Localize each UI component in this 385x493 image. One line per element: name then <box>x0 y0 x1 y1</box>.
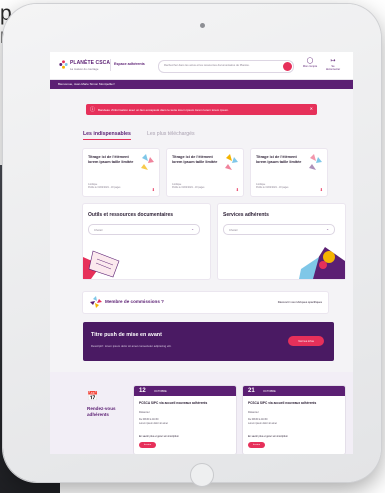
select-value: Choisir <box>229 227 238 232</box>
commission-banner[interactable]: Membre de commissions ? Découvrir vos ru… <box>83 292 328 313</box>
decorative-shape-icon <box>225 154 238 170</box>
welcome-bar: Bienvenue, Jean-Marie Simon Montpellier! <box>50 80 353 89</box>
tablet-frame: PLANÈTE CSCA La maison du courtage Espac… <box>3 4 381 487</box>
event-place: Distanciel <box>139 411 150 414</box>
brand-logo-icon <box>59 60 68 69</box>
agenda-title: Rendez-vous adhérents <box>87 406 116 417</box>
register-button[interactable]: Inscrire <box>248 442 265 448</box>
search-input[interactable]: Rechercher dans les actus et les ressour… <box>158 60 294 73</box>
chevron-down-icon: ⌄ <box>326 226 329 231</box>
push-button[interactable]: Voir les infos <box>288 336 324 346</box>
user-icon: ◯ <box>306 58 314 64</box>
services-panel: Services adhérents Choisir ⌄ <box>218 204 345 279</box>
banner-text[interactable]: Bandeau d'information avec un lien encap… <box>98 108 229 112</box>
espace-adherents-link[interactable]: Espace adhérents <box>114 62 145 66</box>
event-time: De 09h30 à 11h30 <box>139 418 159 421</box>
illustration-icon <box>83 250 120 279</box>
push-subtitle: Descriptif : lorem ipsum dolor sit amet … <box>91 344 172 348</box>
logout-label: Se déconnecter <box>325 65 341 71</box>
download-icon[interactable]: ⬇ <box>152 187 155 192</box>
camera-icon <box>200 23 205 28</box>
document-card[interactable]: Titrage ici de l'élément lorem ipsum tai… <box>83 149 159 196</box>
event-date: 21 OCTOBRE <box>243 386 345 396</box>
card-meta: Juridique Publié le 01/02/2021 - 18 pages <box>88 184 121 189</box>
web-page: PLANÈTE CSCA La maison du courtage Espac… <box>50 52 353 454</box>
decorative-shape-icon <box>309 154 322 170</box>
event-place: Distanciel <box>248 411 259 414</box>
divider <box>110 59 111 71</box>
search-placeholder: Rechercher dans les actus et les ressour… <box>164 64 250 67</box>
info-banner: ⓘ Bandeau d'information avec un lien enc… <box>86 104 317 115</box>
decorative-shape-icon <box>141 154 154 170</box>
home-button[interactable] <box>190 463 214 487</box>
event-title: PCSCA SIPC via accueil nouveaux adhérent… <box>248 401 317 405</box>
calendar-icon: 📅 <box>87 391 99 401</box>
download-icon[interactable]: ⬇ <box>320 187 323 192</box>
site-header: PLANÈTE CSCA La maison du courtage Espac… <box>50 52 353 80</box>
event-card[interactable]: 21 OCTOBRE PCSCA SIPC via accueil nouveau… <box>243 386 345 454</box>
tab-indispensables[interactable]: Les indispensables <box>83 131 131 137</box>
event-date: 12 OCTOBRE <box>134 386 236 396</box>
event-link[interactable]: En savoir plus et gérer son inscription <box>139 435 179 438</box>
tab-plus-telecharges[interactable]: Les plus téléchargés <box>147 131 195 137</box>
search-button[interactable] <box>283 62 292 71</box>
account-label: Mon compte <box>302 65 318 68</box>
account-button[interactable]: ◯ Mon compte <box>302 58 318 68</box>
card-title: Titrage ici de l'élément lorem ipsum tai… <box>256 155 302 164</box>
event-card[interactable]: 12 OCTOBRE PCSCA SIPC via accueil nouveau… <box>134 386 236 454</box>
card-title: Titrage ici de l'élément lorem ipsum tai… <box>172 155 218 164</box>
commission-link[interactable]: Découvrir vos rubriques spécifiques <box>278 300 322 304</box>
event-time: De 09h30 à 11h30 <box>248 418 268 421</box>
commission-icon <box>90 296 102 308</box>
download-icon[interactable]: ⬇ <box>236 187 239 192</box>
event-info: Lorem ipsum dolor sit amet <box>248 422 277 425</box>
commission-title: Membre de commissions ? <box>105 299 164 304</box>
document-card[interactable]: Titrage ici de l'élément lorem ipsum tai… <box>167 149 243 196</box>
info-icon: ⓘ <box>90 107 96 113</box>
event-info: Lorem ipsum dolor sit amet <box>139 422 168 425</box>
panel-title: Services adhérents <box>223 212 269 218</box>
logout-icon: ↦ <box>330 58 336 64</box>
active-tab-underline <box>83 139 131 140</box>
document-card[interactable]: Titrage ici de l'élément lorem ipsum tai… <box>251 149 327 196</box>
brand-name[interactable]: PLANÈTE CSCA <box>70 60 110 66</box>
chevron-down-icon: ⌄ <box>191 226 194 231</box>
outils-panel: Outils et ressources documentaires Chois… <box>83 204 210 279</box>
card-title: Titrage ici de l'élément lorem ipsum tai… <box>88 155 134 164</box>
brand-tagline: La maison du courtage <box>70 67 99 71</box>
outils-select[interactable]: Choisir ⌄ <box>88 224 200 235</box>
event-link[interactable]: En savoir plus et gérer son inscription <box>248 435 288 438</box>
push-title: Titre push de mise en avant <box>91 332 162 338</box>
illustration-icon <box>299 247 345 279</box>
document-cards: Titrage ici de l'élément lorem ipsum tai… <box>83 149 328 196</box>
welcome-text: Bienvenue, Jean-Marie Simon Montpellier! <box>58 82 115 86</box>
register-button[interactable]: Inscrire <box>139 442 156 448</box>
select-value: Choisir <box>94 227 103 232</box>
push-banner: Titre push de mise en avant Descriptif :… <box>83 322 334 361</box>
close-icon[interactable]: ✕ <box>310 106 313 111</box>
logout-button[interactable]: ↦ Se déconnecter <box>325 58 341 71</box>
event-title: PCSCA SIPC via accueil nouveaux adhérent… <box>139 401 208 405</box>
panel-title: Outils et ressources documentaires <box>88 212 174 218</box>
card-meta: Juridique Publié le 01/02/2021 - 18 pages <box>256 184 289 189</box>
card-meta: Juridique Publié le 01/02/2021 - 18 pages <box>172 184 205 189</box>
services-select[interactable]: Choisir ⌄ <box>223 224 335 235</box>
